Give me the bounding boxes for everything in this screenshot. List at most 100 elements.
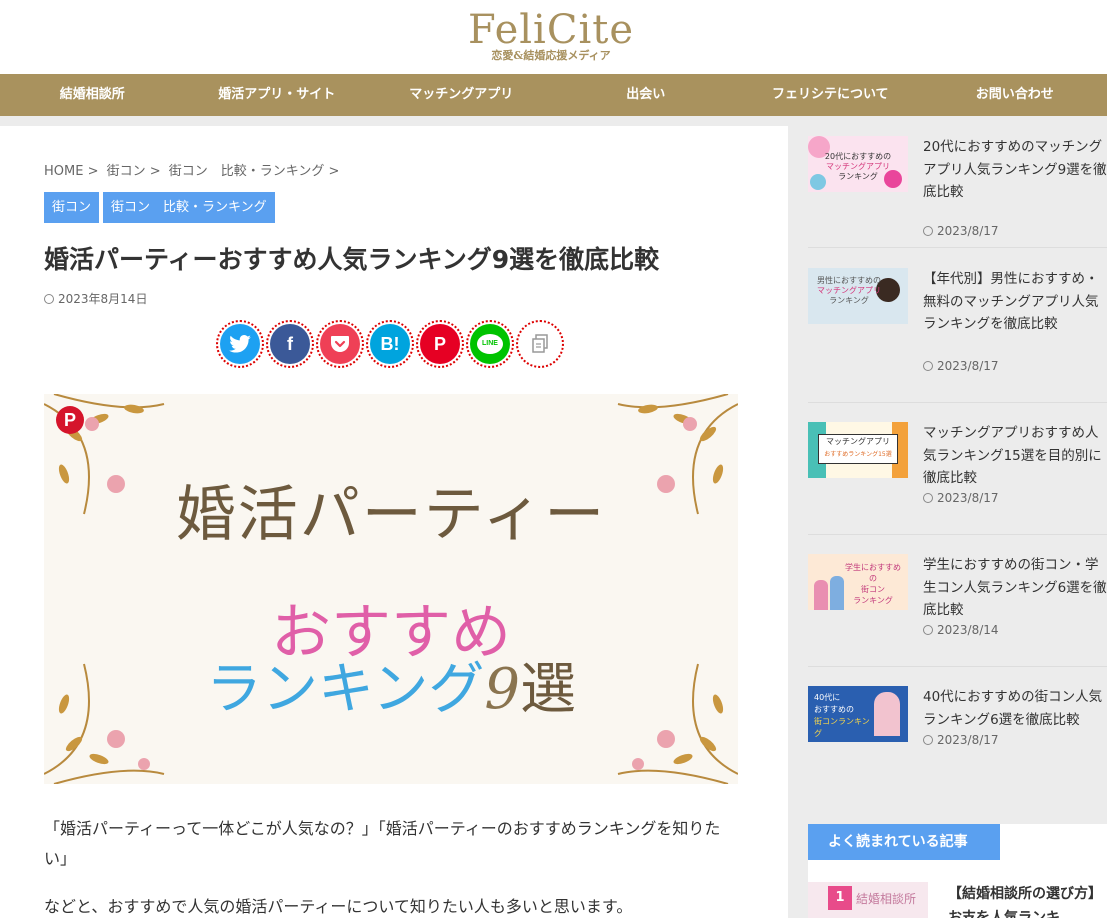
sidebar-article-item[interactable]: 男性におすすめの マッチングアプリ ランキング 【年代別】男性におすすめ・無料の…	[808, 268, 1107, 388]
share-hatena-button[interactable]: B!	[366, 320, 414, 368]
sidebar-article-item[interactable]: 学生におすすめの 街コン ランキング 学生におすすめの街コン・学生コン人気ランキ…	[808, 554, 1107, 644]
sidebar-article-item[interactable]: マッチングアプリ おすすめランキング15選 マッチングアプリおすすめ人気ランキン…	[808, 422, 1107, 512]
thumb-text: 男性におすすめの	[817, 276, 881, 285]
article-thumbnail: 男性におすすめの マッチングアプリ ランキング	[808, 268, 908, 324]
thumb-text: ランキング	[838, 172, 878, 181]
breadcrumb-machikon[interactable]: 街コン >	[107, 164, 161, 179]
nav-item-konkatsu-apps[interactable]: 婚活アプリ・サイト	[185, 74, 370, 116]
share-pocket-button[interactable]	[316, 320, 364, 368]
sidebar-date-text: 2023/8/17	[937, 733, 999, 747]
update-icon	[923, 735, 933, 745]
hero-ranking-number: 9	[484, 657, 520, 722]
sidebar-article-date: 2023/8/14	[923, 623, 999, 637]
popular-widget-title: よく読まれている記事	[808, 824, 1000, 860]
article-paragraph-2: などと、おすすめで人気の婚活パーティーについて知りたい人も多いと思います。	[44, 897, 633, 916]
clock-icon	[923, 361, 933, 371]
nav-item-marriage-agency[interactable]: 結婚相談所	[0, 74, 185, 116]
category-tag-ranking[interactable]: 街コン 比較・ランキング	[103, 192, 275, 223]
line-glyph: LINE	[477, 334, 503, 354]
thumb-text: ランキング	[853, 596, 893, 605]
facebook-glyph: f	[287, 333, 293, 354]
sidebar-date-text: 2023/8/14	[937, 623, 999, 637]
thumb-text: マッチングアプリ	[826, 162, 890, 171]
sidebar-date-text: 2023/8/17	[937, 359, 999, 373]
article-title: 婚活パーティーおすすめ人気ランキング9選を徹底比較	[44, 245, 660, 274]
popular-article-item[interactable]: 結婚相談所 1 【結婚相談所の選び方】お支を人気ランキ	[808, 882, 1107, 918]
site-logo[interactable]: FeliCite 恋愛&結婚応援メディア	[466, 8, 636, 66]
divider	[808, 247, 1107, 248]
clock-icon	[923, 226, 933, 236]
breadcrumb: HOME > 街コン > 街コン 比較・ランキング >	[44, 160, 343, 179]
nav-item-contact[interactable]: お問い合わせ	[923, 74, 1107, 116]
nav-item-about[interactable]: フェリシテについて	[738, 74, 923, 116]
hero-line-konkatsu-party: 婚活パーティー	[175, 480, 607, 550]
thumb-text: 40代に	[814, 693, 841, 702]
line-icon: LINE	[470, 324, 510, 364]
logo-tagline: 恋愛&結婚応援メディア	[491, 49, 611, 62]
thumb-text: ランキング	[829, 296, 869, 305]
thumb-text: おすすめランキング15選	[824, 451, 892, 458]
thumb-text: 結婚相談所	[856, 892, 917, 906]
pinterest-icon: P	[420, 324, 460, 364]
category-tag-machikon[interactable]: 街コン	[44, 192, 100, 223]
article-thumbnail: 学生におすすめの 街コン ランキング	[808, 554, 908, 610]
sidebar-article-item[interactable]: 40代に おすすめの 街コンランキング 40代におすすめの街コン人気ランキング6…	[808, 686, 1107, 756]
share-twitter-button[interactable]	[216, 320, 264, 368]
thumb-text: 街コン	[861, 585, 885, 594]
sidebar-date-text: 2023/8/17	[937, 491, 999, 505]
category-tags: 街コン 街コン 比較・ランキング	[44, 192, 275, 223]
copy-link-button[interactable]	[516, 320, 564, 368]
article-date: 2023年8月14日	[44, 290, 147, 307]
sidebar-article-title[interactable]: マッチングアプリおすすめ人気ランキング15選を目的別に徹底比較	[923, 422, 1107, 490]
thumb-text: マッチングアプリ	[817, 286, 881, 295]
thumb-text: 街コンランキング	[814, 717, 870, 738]
sidebar-article-title[interactable]: 学生におすすめの街コン・学生コン人気ランキング6選を徹底比較	[923, 554, 1107, 622]
breadcrumb-home[interactable]: HOME >	[44, 164, 98, 179]
sidebar-article-date: 2023/8/17	[923, 224, 999, 238]
thumb-text: おすすめの	[814, 705, 854, 714]
divider	[808, 666, 1107, 667]
divider	[808, 402, 1107, 403]
hero-ranking-suffix: 選	[519, 657, 576, 722]
sidebar-article-item[interactable]: 20代におすすめの マッチングアプリ ランキング 20代におすすめのマッチングア…	[808, 136, 1107, 238]
clock-icon	[923, 625, 933, 635]
thumb-text: 20代におすすめの	[824, 152, 892, 161]
share-facebook-button[interactable]: f	[266, 320, 314, 368]
nav-item-matching-apps[interactable]: マッチングアプリ	[369, 74, 554, 116]
update-icon	[923, 493, 933, 503]
nav-item-deai[interactable]: 出会い	[554, 74, 739, 116]
breadcrumb-ranking[interactable]: 街コン 比較・ランキング >	[169, 164, 340, 179]
rank-badge: 1	[828, 886, 852, 910]
site-header: FeliCite 恋愛&結婚応援メディア	[0, 0, 1107, 74]
share-line-button[interactable]: LINE	[466, 320, 514, 368]
hatena-icon: B!	[370, 324, 410, 364]
hero-image: P 婚活パーティー おすすめ ランキング9選	[44, 394, 738, 784]
divider	[808, 534, 1107, 535]
share-buttons: f B! P LINE	[216, 320, 564, 368]
sidebar-article-title[interactable]: 【年代別】男性におすすめ・無料のマッチングアプリ人気ランキングを徹底比較	[923, 268, 1107, 336]
hero-ranking-text: ランキング	[206, 657, 485, 722]
pinterest-glyph: P	[433, 333, 446, 354]
hatena-glyph: B!	[380, 333, 400, 354]
sidebar-article-date: 2023/8/17	[923, 733, 999, 747]
copy-icon	[520, 324, 560, 364]
share-pinterest-button[interactable]: P	[416, 320, 464, 368]
update-icon	[44, 294, 54, 304]
article-thumbnail: 結婚相談所	[808, 882, 928, 918]
global-nav: 結婚相談所 婚活アプリ・サイト マッチングアプリ 出会い フェリシテについて お…	[0, 74, 1107, 116]
popular-article-title[interactable]: 【結婚相談所の選び方】お支を人気ランキ	[948, 882, 1107, 918]
article-thumbnail: 20代におすすめの マッチングアプリ ランキング	[808, 136, 908, 192]
sidebar: 20代におすすめの マッチングアプリ ランキング 20代におすすめのマッチングア…	[788, 116, 1107, 918]
sidebar-article-date: 2023/8/17	[923, 491, 999, 505]
logo-main-text: FeliCite	[468, 7, 634, 53]
facebook-icon: f	[270, 324, 310, 364]
twitter-icon	[220, 324, 260, 364]
pinterest-save-icon[interactable]: P	[56, 406, 84, 434]
article-thumbnail: 40代に おすすめの 街コンランキング	[808, 686, 908, 742]
thumb-text: マッチングアプリ	[826, 437, 890, 446]
sidebar-article-title[interactable]: 20代におすすめのマッチングアプリ人気ランキング9選を徹底比較	[923, 136, 1107, 204]
sidebar-article-title[interactable]: 40代におすすめの街コン人気ランキング6選を徹底比較	[923, 686, 1107, 731]
sidebar-date-text: 2023/8/17	[937, 224, 999, 238]
pocket-icon	[320, 324, 360, 364]
sidebar-article-date: 2023/8/17	[923, 359, 999, 373]
